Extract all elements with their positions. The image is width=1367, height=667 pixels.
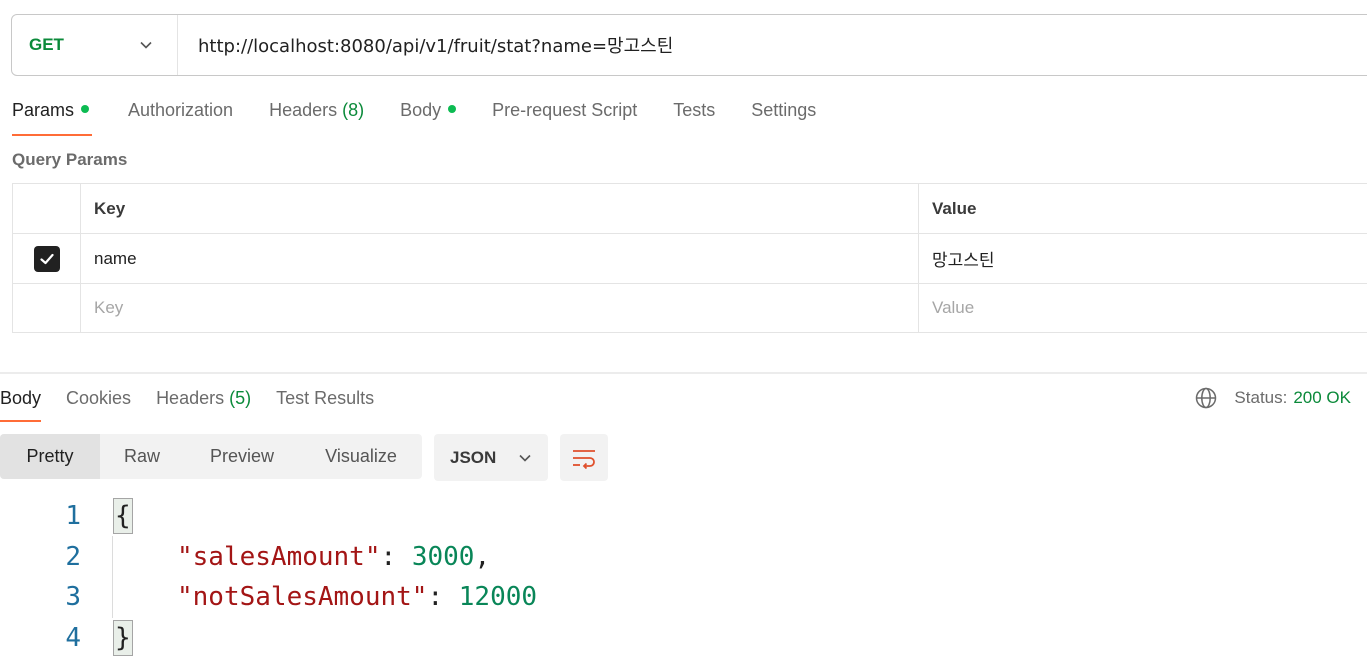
line-number: 4: [65, 622, 81, 653]
chevron-down-icon: [140, 41, 152, 49]
method-label: GET: [29, 35, 64, 54]
modified-dot-icon: [81, 105, 90, 113]
checkmark-icon: [39, 253, 54, 264]
view-visualize-button[interactable]: Visualize: [300, 434, 422, 479]
table-header-row: Key Value: [13, 184, 1367, 234]
status-code[interactable]: 200 OK: [1293, 388, 1351, 408]
pane-divider[interactable]: [0, 372, 1367, 374]
tab-label: Tests: [673, 100, 716, 120]
tab-label: Params: [12, 100, 75, 120]
tab-tests[interactable]: Tests: [673, 96, 715, 136]
view-mode-selector: Pretty Raw Preview Visualize: [0, 434, 422, 479]
tab-label: Authorization: [128, 100, 234, 120]
url-input[interactable]: http://localhost:8080/api/v1/fruit/stat?…: [178, 32, 673, 58]
table-row-new: Key Value: [13, 284, 1367, 332]
tab-label: Body: [400, 100, 442, 120]
json-value: 12000: [458, 582, 538, 613]
status-label: Status:: [1234, 388, 1288, 407]
tab-label: Test Results: [276, 388, 375, 408]
new-value-field[interactable]: Value: [919, 284, 1367, 332]
json-separator: :: [380, 541, 412, 572]
line-number: 3: [65, 582, 81, 613]
view-pretty-button[interactable]: Pretty: [0, 434, 100, 479]
response-body-code[interactable]: 1 { 2 "salesAmount": 3000, 3 "notSalesAm…: [0, 496, 537, 658]
tab-count: (8): [342, 100, 365, 120]
query-params-table: Key Value name 망고스틴 Key Value: [12, 183, 1367, 333]
open-brace: {: [113, 498, 133, 535]
wrap-lines-button[interactable]: [560, 434, 608, 481]
modified-dot-icon: [448, 105, 457, 113]
tab-authorization[interactable]: Authorization: [128, 96, 233, 136]
tab-params[interactable]: Params: [12, 96, 92, 136]
tab-headers[interactable]: Headers (8): [269, 96, 364, 136]
param-checkbox[interactable]: [33, 245, 60, 272]
close-brace: }: [113, 619, 133, 656]
response-tabs: Body Cookies Headers (5) Test Results: [0, 384, 399, 422]
json-comma: ,: [474, 541, 491, 572]
view-raw-button[interactable]: Raw: [100, 434, 184, 479]
view-preview-button[interactable]: Preview: [184, 434, 300, 479]
code-line: 1 {: [0, 496, 537, 537]
globe-icon[interactable]: [1194, 386, 1218, 410]
tab-label: Headers: [156, 388, 225, 408]
value-column-header: Value: [932, 198, 977, 218]
response-status: Status: 200 OK: [1194, 386, 1351, 410]
tab-cookies[interactable]: Cookies: [66, 384, 131, 422]
tab-label: Headers: [269, 100, 338, 120]
tab-settings[interactable]: Settings: [751, 96, 816, 136]
tab-label: Settings: [751, 100, 817, 120]
check-column-header: [13, 184, 81, 233]
table-row: name 망고스틴: [13, 234, 1367, 284]
chevron-down-icon: [519, 454, 531, 462]
param-value-field[interactable]: 망고스틴: [919, 234, 1367, 283]
code-line: 3 "notSalesAmount": 12000: [0, 577, 537, 618]
key-column-header: Key: [81, 184, 919, 233]
format-label: JSON: [450, 447, 497, 467]
tab-body[interactable]: Body: [400, 96, 457, 136]
code-line: 4 }: [0, 618, 537, 659]
row-checkbox-cell: [13, 284, 81, 332]
tab-label: Pre-request Script: [492, 100, 638, 120]
tab-response-body[interactable]: Body: [0, 384, 42, 422]
query-params-title: Query Params: [12, 150, 128, 169]
line-number: 1: [65, 501, 81, 532]
row-checkbox-cell: [13, 234, 81, 283]
json-value: 3000: [411, 541, 475, 572]
param-key-field[interactable]: name: [81, 234, 919, 283]
tab-test-results[interactable]: Test Results: [276, 384, 374, 422]
line-number: 2: [65, 541, 81, 572]
wrap-lines-icon: [573, 449, 595, 469]
json-key: "notSalesAmount": [177, 582, 428, 613]
tab-label: Body: [0, 388, 42, 408]
request-url-bar: GET http://localhost:8080/api/v1/fruit/s…: [11, 14, 1367, 76]
tab-pre-request-script[interactable]: Pre-request Script: [492, 96, 637, 136]
request-tabs: Params Authorization Headers (8) Body Pr…: [12, 96, 852, 136]
new-key-field[interactable]: Key: [81, 284, 919, 332]
tab-count: (5): [229, 388, 252, 408]
method-selector[interactable]: GET: [12, 15, 178, 75]
tab-label: Cookies: [66, 388, 132, 408]
tab-response-headers[interactable]: Headers (5): [156, 384, 251, 422]
code-line: 2 "salesAmount": 3000,: [0, 537, 537, 578]
json-key: "salesAmount": [177, 541, 381, 572]
format-dropdown[interactable]: JSON: [434, 434, 548, 481]
json-separator: :: [427, 582, 459, 613]
